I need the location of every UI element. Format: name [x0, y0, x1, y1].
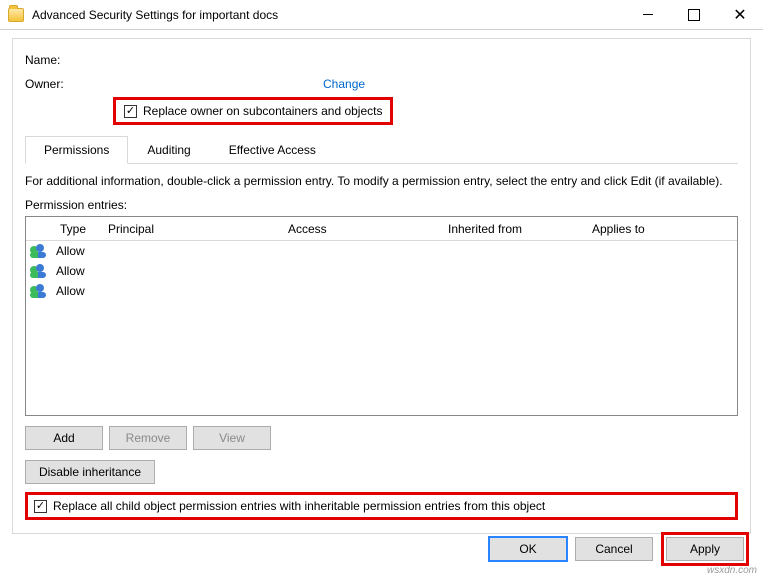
add-button[interactable]: Add [25, 426, 103, 450]
owner-label: Owner: [25, 77, 113, 91]
minimize-button[interactable] [625, 0, 671, 29]
replace-child-highlight: ✓ Replace all child object permission en… [25, 492, 738, 520]
view-button[interactable]: View [193, 426, 271, 450]
col-applies[interactable]: Applies to [586, 218, 737, 240]
maximize-button[interactable] [671, 0, 717, 29]
name-label: Name: [25, 53, 113, 67]
cancel-button[interactable]: Cancel [575, 537, 653, 561]
replace-owner-checkbox[interactable]: ✓ [124, 105, 137, 118]
watermark: wsxdn.com [707, 565, 757, 576]
table-row[interactable]: Allow [26, 281, 737, 301]
grid-header: Type Principal Access Inherited from App… [26, 217, 737, 241]
table-row[interactable]: Allow [26, 261, 737, 281]
replace-owner-label: Replace owner on subcontainers and objec… [143, 104, 382, 118]
replace-owner-highlight: ✓ Replace owner on subcontainers and obj… [113, 97, 393, 125]
tab-strip: Permissions Auditing Effective Access [25, 135, 738, 164]
col-inherited[interactable]: Inherited from [442, 218, 586, 240]
replace-child-label: Replace all child object permission entr… [53, 499, 545, 513]
close-button[interactable]: ✕ [717, 0, 763, 29]
window-buttons: ✕ [625, 0, 763, 29]
tab-permissions[interactable]: Permissions [25, 136, 128, 164]
disable-inheritance-button[interactable]: Disable inheritance [25, 460, 155, 484]
window-title: Advanced Security Settings for important… [32, 8, 625, 22]
permission-entries-label: Permission entries: [25, 198, 738, 212]
tab-auditing[interactable]: Auditing [128, 136, 209, 164]
col-principal[interactable]: Principal [102, 218, 282, 240]
apply-button[interactable]: Apply [666, 537, 744, 561]
table-row[interactable]: Allow [26, 241, 737, 261]
apply-highlight: Apply [661, 532, 749, 566]
col-type[interactable]: Type [54, 218, 102, 240]
main-panel: Name: Owner: Change ✓ Replace owner on s… [12, 38, 751, 534]
permission-grid[interactable]: Type Principal Access Inherited from App… [25, 216, 738, 416]
tab-effective-access[interactable]: Effective Access [210, 136, 335, 164]
change-owner-link[interactable]: Change [323, 77, 365, 91]
remove-button[interactable]: Remove [109, 426, 187, 450]
dialog-footer: OK Cancel Apply [489, 532, 749, 566]
title-bar: Advanced Security Settings for important… [0, 0, 763, 30]
folder-icon [8, 8, 24, 22]
info-text: For additional information, double-click… [25, 174, 738, 188]
replace-child-checkbox[interactable]: ✓ [34, 500, 47, 513]
ok-button[interactable]: OK [489, 537, 567, 561]
col-access[interactable]: Access [282, 218, 442, 240]
